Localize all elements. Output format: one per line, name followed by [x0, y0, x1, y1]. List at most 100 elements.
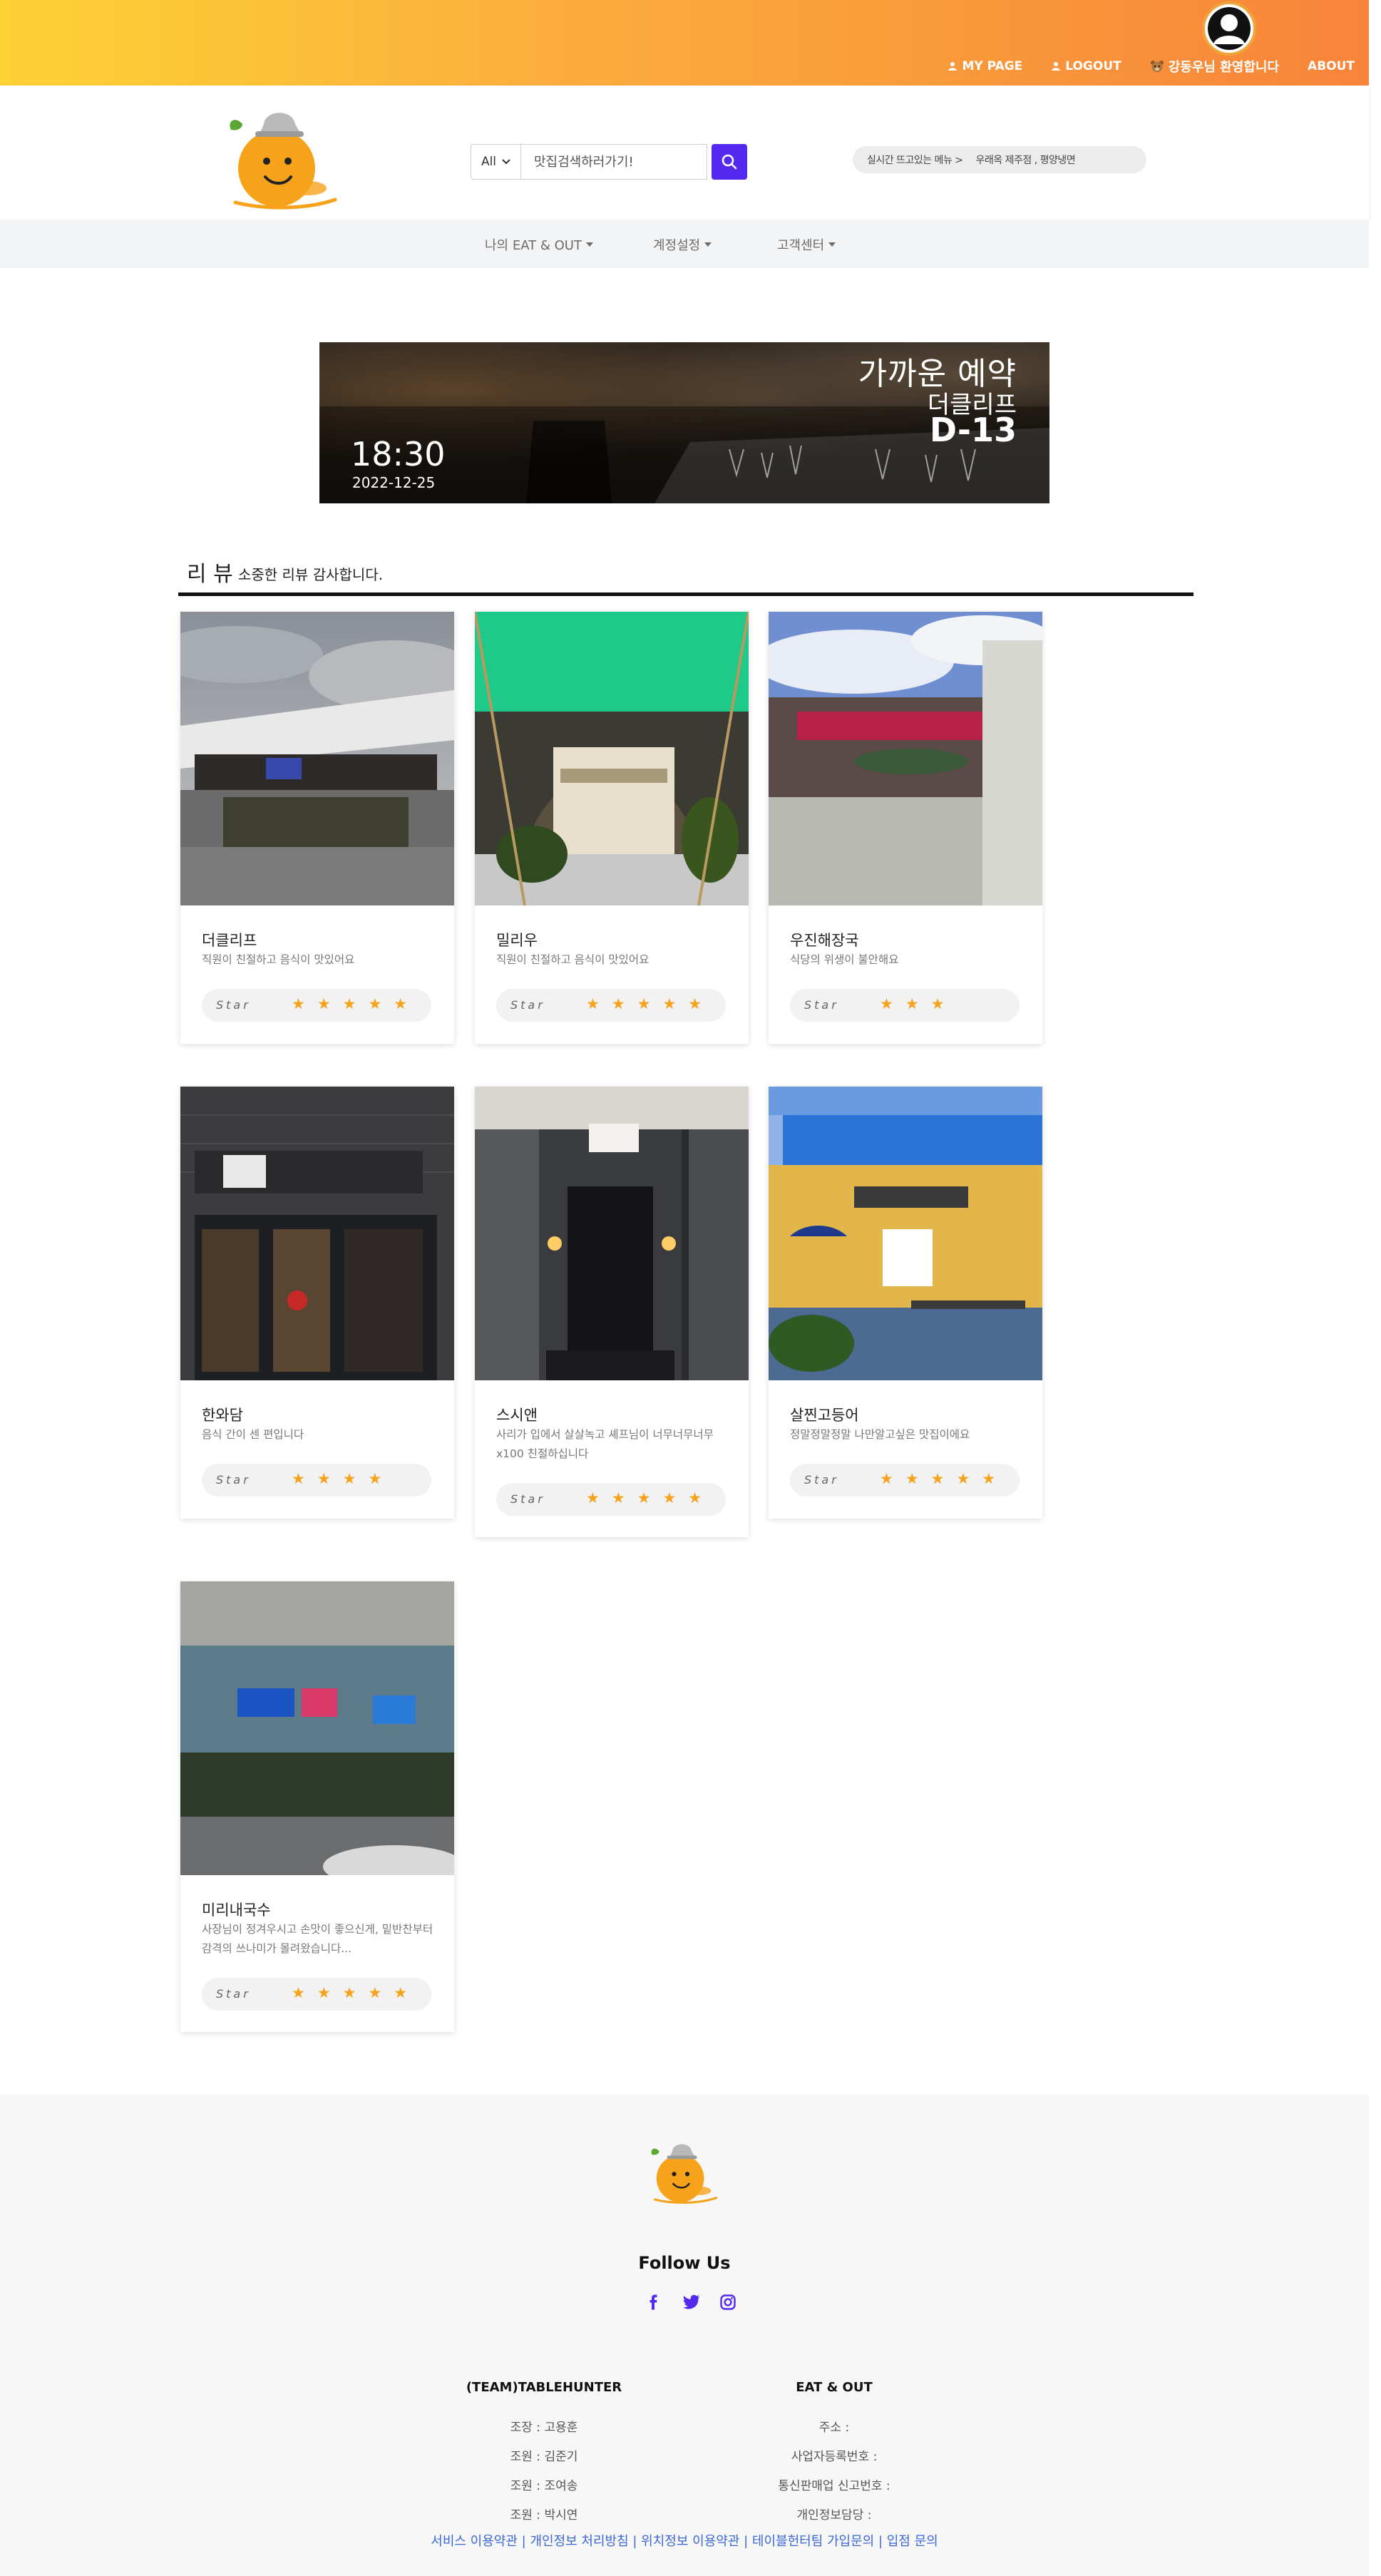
review-text: 정말정말정말 나만알고싶은 맛집이에요: [790, 1428, 970, 1441]
about-link[interactable]: ABOUT: [1308, 59, 1355, 73]
facebook-icon[interactable]: [646, 2294, 662, 2310]
caret-down-icon: [704, 242, 712, 247]
star-label: Star: [804, 998, 839, 1012]
star-rating: Star ★★★: [790, 989, 1020, 1022]
restaurant-photo: [180, 1581, 454, 1875]
footer-logo[interactable]: [646, 2138, 723, 2209]
menu-customer-center[interactable]: 고객센터: [777, 235, 836, 254]
restaurant-photo: [769, 612, 1042, 905]
menu-account-settings[interactable]: 계정설정: [653, 235, 712, 254]
trending-menu-ticker[interactable]: 실시간 뜨고있는 메뉴 > 우래옥 제주점 , 평양냉면: [853, 146, 1146, 173]
privacy-policy-link[interactable]: 개인정보 처리방침: [530, 2534, 628, 2549]
review-text: 사리가 입에서 살살녹고 셰프님이 너무너무너무 x100 친절하십니다: [496, 1428, 714, 1460]
star-label: Star: [510, 1492, 545, 1506]
banner-date: 2022-12-25: [352, 474, 436, 491]
review-title: 리 뷰: [187, 562, 233, 587]
main-menu: 나의 EAT & OUT 계정설정 고객센터: [0, 220, 1369, 268]
review-card[interactable]: 미리내국수 사장님이 정겨우시고 손맛이 좋으신게, 밑반찬부터 감격의 쓰나미…: [180, 1581, 454, 2032]
star-icons: ★★★★★: [586, 1489, 714, 1507]
star-icons: ★★★★: [292, 1470, 394, 1487]
star-label: Star: [510, 998, 545, 1012]
team-member: 조장 : 고용훈: [510, 2421, 578, 2435]
star-label: Star: [216, 998, 251, 1012]
link-separator: |: [628, 2534, 642, 2549]
terms-of-service-link[interactable]: 서비스 이용약관: [431, 2534, 518, 2549]
link-separator: |: [874, 2534, 887, 2549]
restaurant-photo: [180, 1087, 454, 1380]
menu-my-eatout-label: 나의 EAT & OUT: [485, 238, 582, 253]
upcoming-reservation-banner[interactable]: 가까운 예약 더클리프 D-13 18:30 2022-12-25: [319, 342, 1049, 503]
search-input[interactable]: [520, 144, 707, 180]
follow-us-heading: Follow Us: [638, 2253, 731, 2273]
restaurant-name: 한와담: [202, 1407, 243, 1424]
user-icon: [1052, 62, 1061, 71]
footer-links: 서비스 이용약관 | 개인정보 처리방침 | 위치정보 이용약관 | 테이블헌터…: [0, 2531, 1369, 2550]
star-rating: Star ★★★★★: [790, 1464, 1020, 1497]
social-links: [646, 2294, 736, 2310]
star-rating: Star ★★★★: [202, 1464, 431, 1497]
restaurant-name: 우진해장국: [790, 932, 859, 949]
company-field: 개인정보담당 :: [796, 2508, 872, 2523]
site-logo[interactable]: [221, 103, 346, 217]
store-entry-inquiry-link[interactable]: 입점 문의: [887, 2534, 938, 2549]
company-heading: EAT & OUT: [796, 2380, 873, 2395]
link-separator: |: [739, 2534, 752, 2549]
search-bar: All: [471, 144, 747, 180]
twitter-icon[interactable]: [683, 2294, 699, 2310]
star-icons: ★★★★★: [292, 995, 420, 1012]
welcome-message: 강동우님 환영합니다: [1150, 57, 1279, 76]
star-rating: Star ★★★★★: [496, 989, 726, 1022]
team-member: 조원 : 박시연: [510, 2508, 578, 2523]
review-card[interactable]: 살찐고등어 정말정말정말 나만알고싶은 맛집이에요 Star ★★★★★: [769, 1087, 1042, 1519]
restaurant-name: 스시앤: [496, 1407, 538, 1424]
review-card[interactable]: 한와담 음식 간이 센 편입니다 Star ★★★★: [180, 1087, 454, 1519]
review-text: 직원이 친절하고 음식이 맛있어요: [202, 953, 355, 966]
top-bar: MY PAGE LOGOUT 강동우님 환영합니다 ABOUT: [0, 0, 1369, 86]
star-rating: Star ★★★★★: [202, 989, 431, 1022]
search-category-value: All: [481, 155, 497, 169]
my-page-link[interactable]: MY PAGE: [948, 59, 1022, 73]
company-field: 사업자등록번호 :: [791, 2450, 878, 2464]
logout-link[interactable]: LOGOUT: [1051, 59, 1121, 73]
logout-label: LOGOUT: [1065, 59, 1121, 73]
star-icons: ★★★★★: [292, 1984, 420, 2001]
menu-my-eatout[interactable]: 나의 EAT & OUT: [485, 235, 593, 254]
footer: Follow Us (TEAM)TABLEHUNTER 조장 : 고용훈 조원 …: [0, 2095, 1369, 2576]
chevron-down-icon: [502, 159, 510, 165]
star-label: Star: [216, 1987, 251, 2001]
restaurant-photo: [180, 612, 454, 905]
company-field: 주소 :: [818, 2421, 850, 2435]
menu-account-label: 계정설정: [653, 238, 701, 253]
company-info-column: EAT & OUT 주소 : 사업자등록번호 : 통신판매업 신고번호 : 개인…: [756, 2380, 913, 2530]
review-card[interactable]: 스시앤 사리가 입에서 살살녹고 셰프님이 너무너무너무 x100 친절하십니다…: [475, 1087, 749, 1537]
instagram-icon[interactable]: [720, 2294, 736, 2310]
user-icon: [948, 62, 958, 71]
review-card[interactable]: 더클리프 직원이 친절하고 음식이 맛있어요 Star ★★★★★: [180, 612, 454, 1044]
welcome-text: 강동우님 환영합니다: [1168, 60, 1280, 75]
menu-support-label: 고객센터: [777, 238, 825, 253]
restaurant-photo: [475, 612, 749, 905]
team-member: 조원 : 조여송: [510, 2479, 578, 2493]
restaurant-name: 미리내국수: [202, 1902, 271, 1919]
search-category-select[interactable]: All: [471, 144, 520, 180]
caret-down-icon: [828, 242, 836, 247]
review-card[interactable]: 밀리우 직원이 친절하고 음식이 맛있어요 Star ★★★★★: [475, 612, 749, 1044]
team-join-inquiry-link[interactable]: 테이블헌터팀 가입문의: [752, 2534, 874, 2549]
review-text: 식당의 위생이 불안해요: [790, 953, 899, 966]
location-terms-link[interactable]: 위치정보 이용약관: [641, 2534, 739, 2549]
star-label: Star: [804, 1473, 839, 1487]
avatar[interactable]: [1202, 1, 1256, 56]
team-info-column: (TEAM)TABLEHUNTER 조장 : 고용훈 조원 : 김준기 조원 :…: [463, 2380, 625, 2530]
review-text: 음식 간이 센 편입니다: [202, 1428, 304, 1441]
banner-dday: D-13: [929, 411, 1017, 449]
my-page-label: MY PAGE: [962, 59, 1023, 73]
search-button[interactable]: [712, 144, 747, 180]
search-icon: [722, 154, 737, 170]
header: All 실시간 뜨고있는 메뉴 > 우래옥 제주점 , 평양냉면: [0, 86, 1369, 220]
restaurant-name: 밀리우: [496, 932, 538, 949]
restaurant-photo: [475, 1087, 749, 1380]
review-card[interactable]: 우진해장국 식당의 위생이 불안해요 Star ★★★: [769, 612, 1042, 1044]
star-rating: Star ★★★★★: [202, 1978, 431, 2011]
review-text: 사장님이 정겨우시고 손맛이 좋으신게, 밑반찬부터 감격의 쓰나미가 몰려왔습…: [202, 1923, 433, 1955]
review-subtitle: 소중한 리뷰 감사합니다.: [238, 566, 384, 583]
